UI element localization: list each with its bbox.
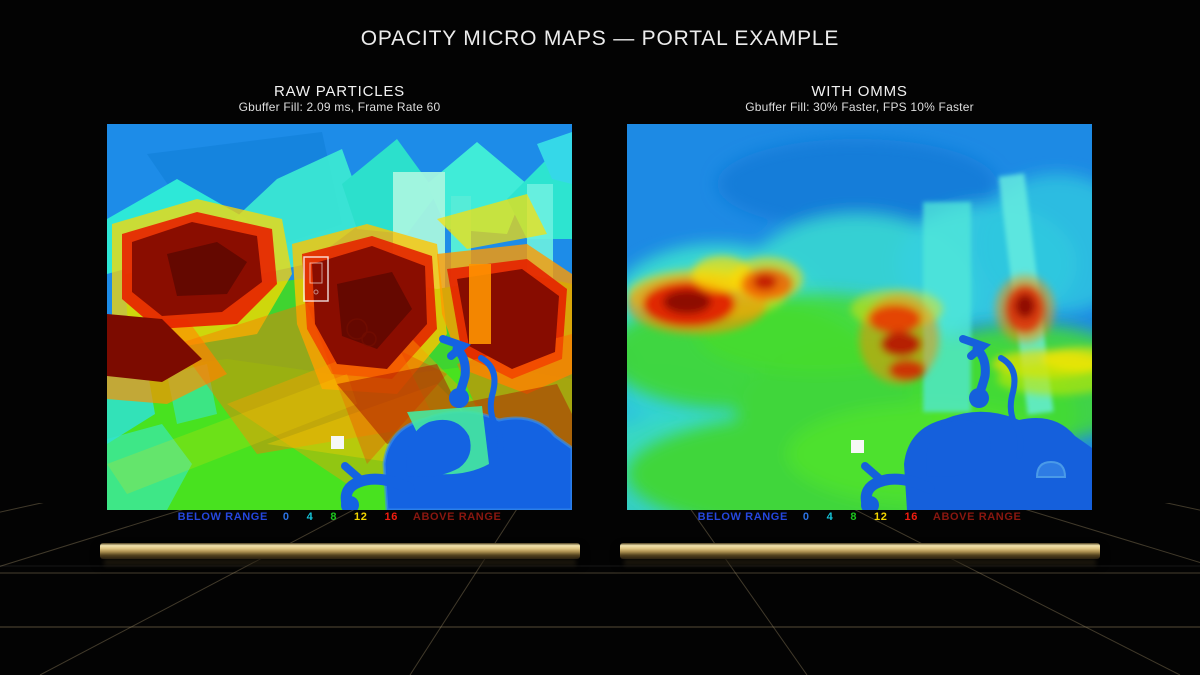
left-panel-heading: RAW PARTICLES — [107, 83, 572, 100]
slide-title: OPACITY MICRO MAPS — PORTAL EXAMPLE — [0, 27, 1200, 51]
tick-0: 0 — [803, 511, 810, 523]
crosshair-square — [331, 436, 344, 449]
legend-ticks: 0 4 8 12 16 — [283, 511, 398, 523]
raw-particles-heatmap — [107, 124, 572, 510]
tick-16: 16 — [904, 511, 917, 523]
crosshair-square — [851, 440, 864, 453]
tick-4: 4 — [827, 511, 834, 523]
stand-bar-left — [100, 543, 580, 559]
legend-left: BELOW RANGE 0 4 8 12 16 ABOVE RANGE — [107, 511, 572, 523]
slide: OPACITY MICRO MAPS — PORTAL EXAMPLE RAW … — [0, 0, 1200, 675]
tick-12: 12 — [354, 511, 367, 523]
stand-bar-right — [620, 543, 1100, 559]
tick-4: 4 — [307, 511, 314, 523]
tick-8: 8 — [330, 511, 337, 523]
below-range-label: BELOW RANGE — [178, 511, 268, 523]
above-range-label: ABOVE RANGE — [933, 511, 1022, 523]
left-panel-subheading: Gbuffer Fill: 2.09 ms, Frame Rate 60 — [107, 100, 572, 114]
right-panel-subheading: Gbuffer Fill: 30% Faster, FPS 10% Faster — [627, 100, 1092, 114]
floor-grid — [0, 503, 1200, 675]
tick-0: 0 — [283, 511, 290, 523]
gun-dome-detail — [1037, 462, 1065, 477]
tick-8: 8 — [850, 511, 857, 523]
tick-16: 16 — [384, 511, 397, 523]
legend-ticks: 0 4 8 12 16 — [803, 511, 918, 523]
below-range-label: BELOW RANGE — [698, 511, 788, 523]
omms-heatmap — [627, 124, 1092, 510]
above-range-label: ABOVE RANGE — [413, 511, 502, 523]
right-panel-heading: WITH OMMS — [627, 83, 1092, 100]
tick-12: 12 — [874, 511, 887, 523]
legend-right: BELOW RANGE 0 4 8 12 16 ABOVE RANGE — [627, 511, 1092, 523]
